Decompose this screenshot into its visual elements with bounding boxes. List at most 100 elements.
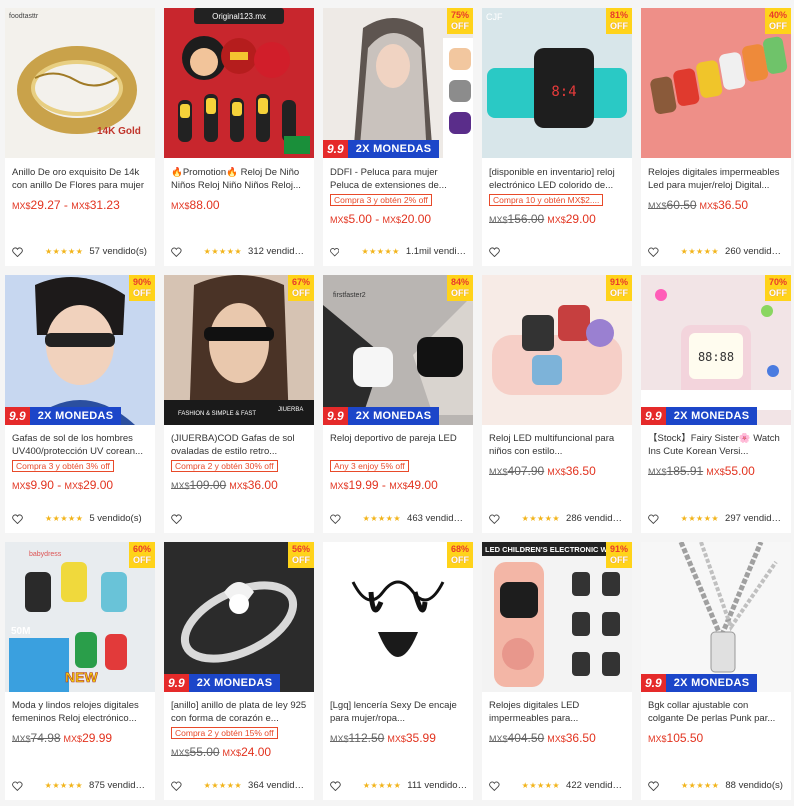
overlay-text: 14K Gold xyxy=(97,126,141,137)
current-price: 36.50 xyxy=(718,198,749,212)
product-image[interactable]: 75% OFF 9.9 2X MONEDAS xyxy=(323,8,473,158)
sold-count: 286 vendido(s) xyxy=(566,513,627,524)
product-title[interactable]: Gafas de sol de los hombres UV400/protec… xyxy=(12,433,149,458)
heart-icon[interactable] xyxy=(330,247,340,257)
max-price: 29.00 xyxy=(83,478,114,492)
product-image[interactable]: firstfaster2 84% OFF 9.9 2X MONEDAS xyxy=(323,275,473,425)
product-title[interactable]: (JIUERBA)COD Gafas de sol ovaladas de es… xyxy=(171,433,308,458)
heart-icon[interactable] xyxy=(489,247,500,257)
product-image[interactable]: 56% OFF 9.9 2X MONEDAS xyxy=(164,542,314,692)
svg-text:JIUERBA: JIUERBA xyxy=(278,407,303,413)
product-card[interactable]: Original123.mx 🔥Promotion🔥 Reloj De Niño… xyxy=(164,8,314,266)
price: MX$88.00 xyxy=(171,198,220,212)
product-card[interactable]: 90% OFF 9.9 2X MONEDAS Gafas de sol de los h… xyxy=(5,275,155,533)
product-image[interactable]: 14K Gold foodtasttr xyxy=(5,8,155,158)
svg-text:88:88: 88:88 xyxy=(698,350,734,364)
product-card[interactable]: NEW 50M babydress 60% OFF Moda y lindos rel… xyxy=(5,542,155,800)
product-image[interactable]: 9.9 2X MONEDAS xyxy=(641,542,791,692)
rating-stars: ★★★★★ xyxy=(362,514,402,523)
product-card[interactable]: 40% OFF Relojes digitales impermeables Led… xyxy=(641,8,791,266)
price: MX$5.00 - MX$20.00 xyxy=(330,212,432,226)
sold-count: 260 vendido(s) xyxy=(725,246,786,257)
svg-text:8:4: 8:4 xyxy=(551,84,576,100)
rating-stars: ★★★★★ xyxy=(45,247,84,256)
rating-stars: ★★★★★ xyxy=(521,514,561,523)
product-title[interactable]: [anillo] anillo de plata de ley 925 con … xyxy=(171,700,308,725)
product-image[interactable]: 8:4 CJF 81% OFF xyxy=(482,8,632,158)
heart-icon[interactable] xyxy=(330,780,341,791)
price: MX$19.99 - MX$49.00 xyxy=(330,478,438,492)
heart-icon[interactable] xyxy=(489,514,500,524)
card-footer: ★★★★★ 364 vendido(s) xyxy=(171,780,309,791)
product-card[interactable]: firstfaster2 84% OFF 9.9 2X MONEDAS Reloj dep… xyxy=(323,275,473,533)
discount-badge: 68% OFF xyxy=(447,542,473,568)
current-price: 36.50 xyxy=(565,731,596,745)
heart-icon[interactable] xyxy=(171,781,182,791)
product-title[interactable]: Anillo De oro exquisito De 14k con anill… xyxy=(12,167,149,192)
product-card[interactable]: 14K Gold foodtasttr Anillo De oro exquisi… xyxy=(5,8,155,266)
heart-icon[interactable] xyxy=(171,514,182,524)
product-card[interactable]: 9.9 2X MONEDAS Bgk collar ajustable con co… xyxy=(641,542,791,800)
product-title[interactable]: Moda y lindos relojes digitales femenino… xyxy=(12,700,149,725)
product-title[interactable]: [Lgq] lencería Sexy De encaje para mujer… xyxy=(330,700,467,725)
current-price: 55.00 xyxy=(724,464,755,478)
coins-promo-banner: 9.9 2X MONEDAS xyxy=(641,674,758,692)
heart-icon[interactable] xyxy=(12,513,23,524)
heart-icon[interactable] xyxy=(330,514,341,524)
product-card[interactable]: 75% OFF 9.9 2X MONEDAS DDFI - Peluca para mu… xyxy=(323,8,473,266)
product-title[interactable]: Relojes digitales LED impermeables para.… xyxy=(489,700,626,725)
heart-icon[interactable] xyxy=(12,246,23,257)
product-card[interactable]: 88:88 70% OFF 9.9 2X MONEDAS 【Stock】Fairy Si… xyxy=(641,275,791,533)
product-title[interactable]: Relojes digitales impermeables Led para … xyxy=(648,167,785,192)
product-image[interactable]: 40% OFF xyxy=(641,8,791,158)
sold-count: 57 vendido(s) xyxy=(89,246,147,257)
heart-icon[interactable] xyxy=(171,247,182,257)
product-card[interactable]: FASHION & SIMPLE & FAST JIUERBA 67% OFF (JI… xyxy=(164,275,314,533)
svg-text:NEW: NEW xyxy=(65,669,98,685)
heart-icon[interactable] xyxy=(648,514,659,524)
product-title[interactable]: Reloj LED multifuncional para niños con … xyxy=(489,433,626,458)
product-image[interactable]: NEW 50M babydress 60% OFF xyxy=(5,542,155,692)
product-image[interactable]: LED CHILDREN'S ELECTRONIC W 91% OFF xyxy=(482,542,632,692)
original-price: MX$156.00 xyxy=(489,212,545,226)
coupon-tag: Any 3 enjoy 5% off xyxy=(330,460,409,472)
price: MX$407.90 MX$36.50 xyxy=(489,464,596,478)
product-title[interactable]: Reloj deportivo de pareja LED xyxy=(330,433,467,458)
heart-icon[interactable] xyxy=(12,781,23,791)
heart-icon[interactable] xyxy=(489,781,500,791)
product-title[interactable]: 🔥Promotion🔥 Reloj De Niño Niños Reloj Ni… xyxy=(171,167,308,192)
product-card[interactable]: LED CHILDREN'S ELECTRONIC W 91% OFF Reloje… xyxy=(482,542,632,800)
price: MX$74.98 MX$29.99 xyxy=(12,731,113,745)
product-title[interactable]: 【Stock】Fairy Sister🌸 Watch Ins Cute Kore… xyxy=(648,433,785,458)
card-footer xyxy=(489,247,627,257)
price: MX$112.50 MX$35.99 xyxy=(330,731,436,745)
rating-stars: ★★★★★ xyxy=(680,514,720,523)
product-image[interactable]: 91% OFF xyxy=(482,275,632,425)
coins-promo-banner: 9.9 2X MONEDAS xyxy=(641,407,758,425)
product-image[interactable]: FASHION & SIMPLE & FAST JIUERBA 67% OFF xyxy=(164,275,314,425)
product-card[interactable]: 68% OFF [Lgq] lencería Sexy De encaje para… xyxy=(323,542,473,800)
heart-icon[interactable] xyxy=(648,247,659,257)
product-card[interactable]: 91% OFF Reloj LED multifuncional para niño… xyxy=(482,275,632,533)
svg-text:LED CHILDREN'S ELECTRONIC W: LED CHILDREN'S ELECTRONIC W xyxy=(485,545,609,554)
product-card[interactable]: 56% OFF 9.9 2X MONEDAS [anillo] anillo de pl… xyxy=(164,542,314,800)
coupon-tag: Compra 2 y obtén 30% off xyxy=(171,460,278,472)
product-title[interactable]: [disponible en inventario] reloj electró… xyxy=(489,167,626,192)
original-price: MX$55.00 xyxy=(171,745,220,759)
product-image[interactable]: 68% OFF xyxy=(323,542,473,692)
svg-text:FASHION & SIMPLE & FAST: FASHION & SIMPLE & FAST xyxy=(178,411,256,417)
product-title[interactable]: Bgk collar ajustable con colgante De per… xyxy=(648,700,785,725)
heart-icon[interactable] xyxy=(648,780,659,791)
original-price: MX$185.91 xyxy=(648,464,704,478)
sold-count: 5 vendido(s) xyxy=(89,513,142,524)
product-card[interactable]: 8:4 CJF 81% OFF [disponible en inventario] … xyxy=(482,8,632,266)
rating-stars: ★★★★★ xyxy=(681,781,720,790)
rating-stars: ★★★★★ xyxy=(44,781,84,790)
product-image[interactable]: 88:88 70% OFF 9.9 2X MONEDAS xyxy=(641,275,791,425)
sold-count: 297 vendido(s) xyxy=(725,513,786,524)
svg-text:Original123.mx: Original123.mx xyxy=(212,12,266,21)
product-image[interactable]: 90% OFF 9.9 2X MONEDAS xyxy=(5,275,155,425)
current-price: 88.00 xyxy=(189,198,220,212)
product-image[interactable]: Original123.mx xyxy=(164,8,314,158)
product-title[interactable]: DDFI - Peluca para mujer Peluca de exten… xyxy=(330,167,467,192)
